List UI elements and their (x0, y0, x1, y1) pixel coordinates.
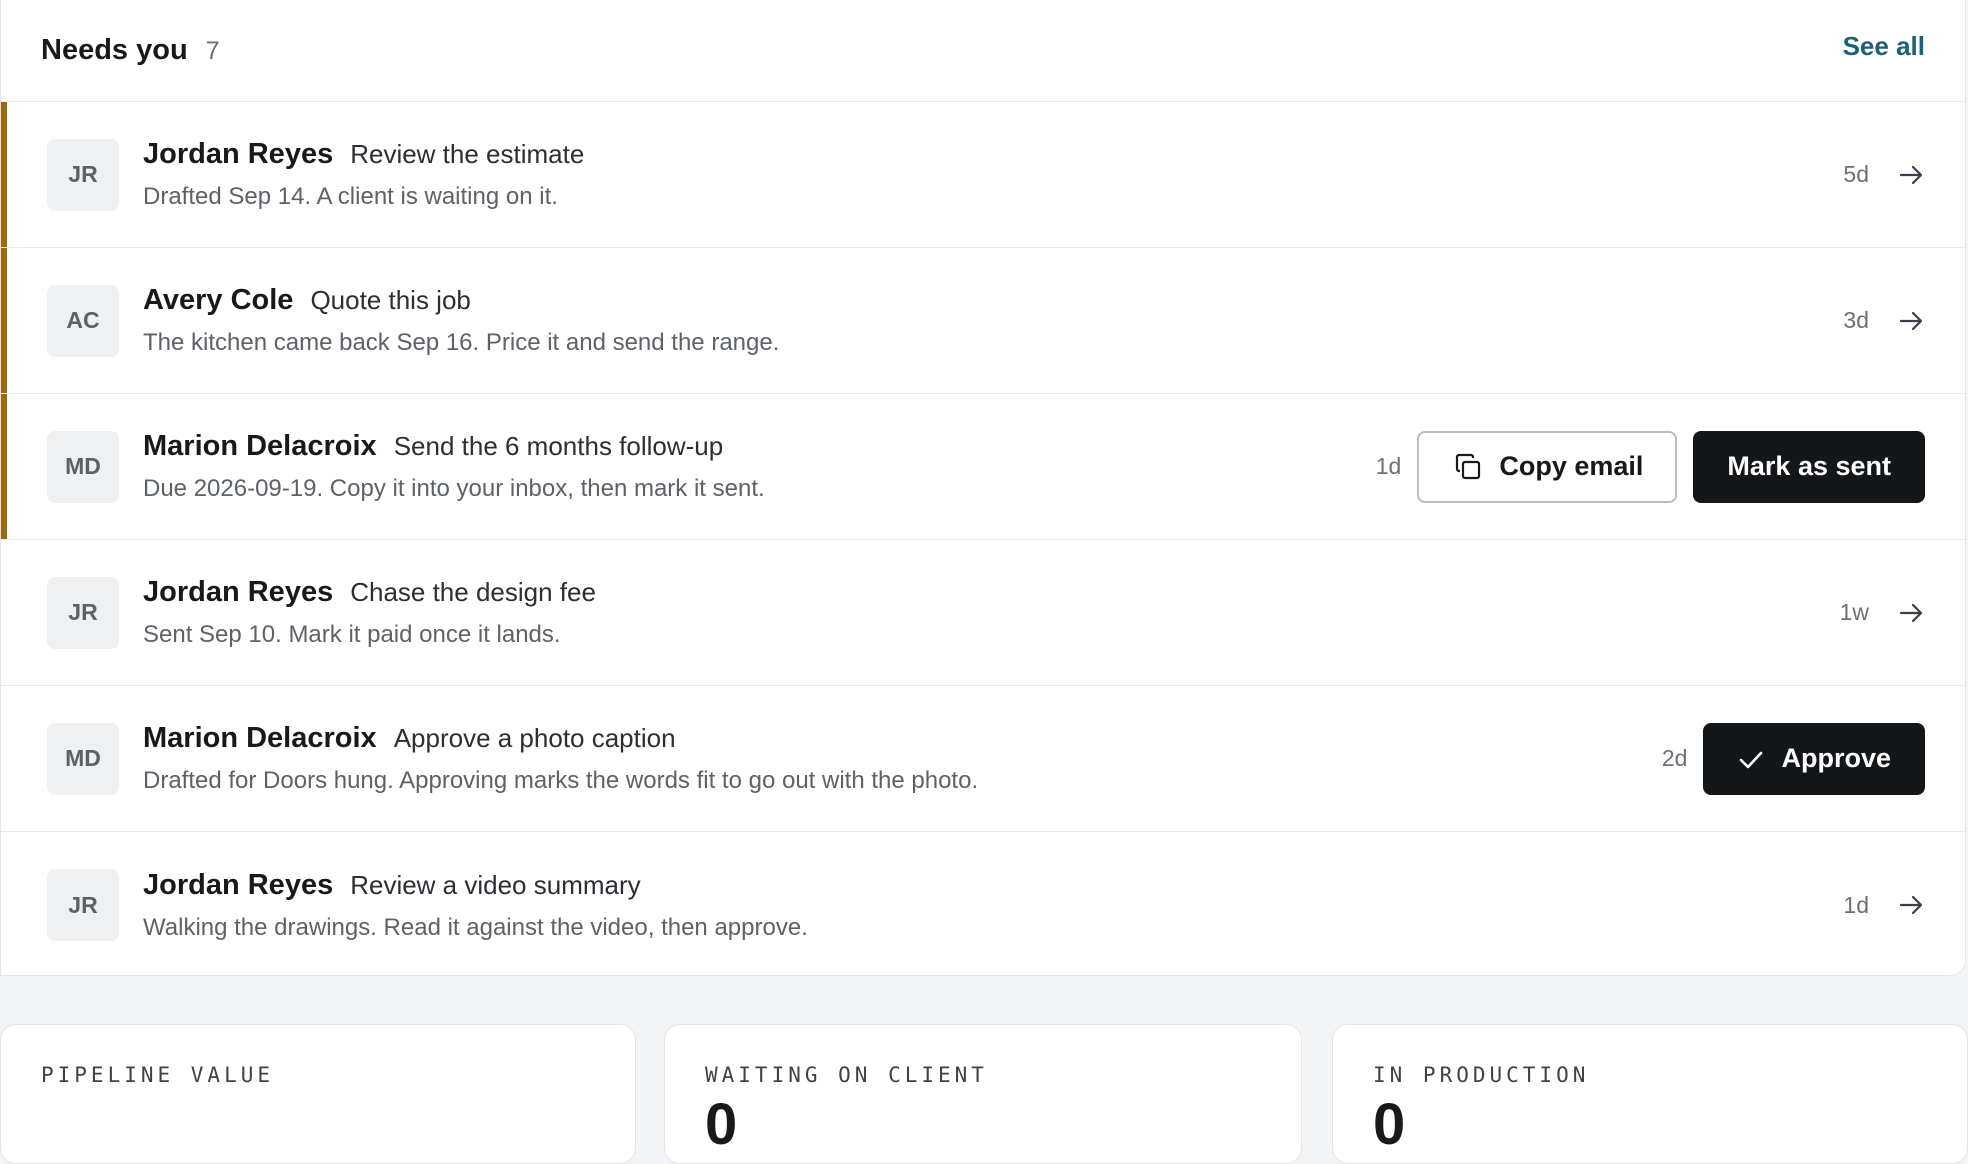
task-title: Chase the design fee (350, 577, 596, 607)
task-age: 2d (1661, 745, 1688, 771)
avatar: MD (47, 430, 119, 503)
copy-icon (1453, 452, 1483, 482)
task-meta: 5d (1843, 161, 1925, 189)
item-count-badge: 7 (205, 37, 220, 65)
stat-value: 0 (1373, 1092, 1406, 1157)
task-meta: 1d Copy email Mark as sent (1375, 430, 1925, 503)
task-age: 1d (1375, 453, 1402, 479)
task-title: Review the estimate (350, 139, 585, 169)
task-detail: The kitchen came back Sep 16. Price it a… (143, 329, 780, 356)
arrow-right-icon[interactable] (1897, 161, 1925, 189)
task-detail: Due 2026-09-19. Copy it into your inbox,… (143, 475, 765, 502)
task-content: Jordan Reyes Chase the design fee Sent S… (143, 576, 1840, 649)
avatar: JR (47, 138, 119, 211)
task-title-line: Avery Cole Quote this job (143, 284, 1843, 317)
task-row[interactable]: MD Marion Delacroix Approve a photo capt… (1, 686, 1965, 832)
panel-header: Needs you 7 See all (1, 0, 1965, 102)
task-title: Review a video summary (350, 869, 641, 900)
approve-label: Approve (1781, 743, 1891, 773)
task-content: Jordan Reyes Review the estimate Drafted… (143, 138, 1843, 211)
task-row[interactable]: JR Jordan Reyes Chase the design fee Sen… (1, 540, 1965, 686)
stats-row: PIPELINE VALUE WAITING ON CLIENT 0 IN PR… (0, 1024, 1968, 1164)
header-title-group: Needs you 7 (41, 34, 220, 67)
avatar: AC (47, 284, 119, 357)
task-age: 5d (1843, 161, 1869, 187)
mark-as-sent-button[interactable]: Mark as sent (1693, 430, 1925, 503)
task-content: Jordan Reyes Review a video summary Walk… (143, 869, 1843, 942)
avatar: JR (47, 869, 119, 941)
task-meta: 1d (1843, 891, 1925, 919)
task-meta: 1w (1840, 599, 1925, 627)
task-title-line: Jordan Reyes Review a video summary (143, 869, 1843, 902)
task-title-line: Jordan Reyes Review the estimate (143, 138, 1843, 171)
panel-title: Needs you (41, 34, 188, 66)
copy-email-label: Copy email (1499, 451, 1644, 481)
task-content: Marion Delacroix Approve a photo caption… (143, 722, 1662, 795)
task-title: Quote this job (310, 285, 471, 315)
task-age: 1d (1843, 891, 1869, 918)
stat-label: WAITING ON CLIENT (705, 1063, 988, 1087)
client-name: Jordan Reyes (143, 868, 334, 901)
task-title: Send the 6 months follow-up (393, 431, 724, 461)
client-name: Jordan Reyes (143, 576, 334, 608)
see-all-link[interactable]: See all (1843, 31, 1925, 62)
task-age: 1w (1839, 599, 1869, 625)
stat-label: IN PRODUCTION (1373, 1063, 1590, 1087)
arrow-right-icon[interactable] (1897, 307, 1925, 335)
task-detail: Drafted Sep 14. A client is waiting on i… (143, 183, 558, 210)
task-title-line: Jordan Reyes Chase the design fee (143, 576, 1840, 609)
stat-card-waiting-on-client: WAITING ON CLIENT 0 (664, 1024, 1302, 1164)
task-meta: 2d Approve (1661, 722, 1925, 795)
arrow-right-icon[interactable] (1897, 599, 1925, 627)
task-detail: Drafted for Doors hung. Approving marks … (143, 767, 979, 794)
check-icon (1737, 745, 1765, 773)
task-title-line: Marion Delacroix Send the 6 months follo… (143, 430, 1376, 463)
task-title: Approve a photo caption (393, 723, 676, 753)
copy-email-button[interactable]: Copy email (1417, 430, 1678, 503)
approve-button[interactable]: Approve (1703, 722, 1925, 795)
task-row[interactable]: MD Marion Delacroix Send the 6 months fo… (1, 394, 1965, 540)
task-age: 3d (1843, 307, 1869, 333)
task-detail: Walking the drawings. Read it against th… (143, 913, 808, 941)
task-row[interactable]: JR Jordan Reyes Review a video summary W… (1, 832, 1965, 975)
priority-flag (1, 102, 7, 247)
avatar: JR (47, 576, 119, 649)
arrow-right-icon[interactable] (1897, 891, 1925, 919)
stat-label: PIPELINE VALUE (41, 1063, 275, 1087)
client-name: Avery Cole (143, 284, 294, 316)
task-content: Avery Cole Quote this job The kitchen ca… (143, 284, 1843, 357)
stat-card-in-production: IN PRODUCTION 0 (1332, 1024, 1968, 1164)
avatar: MD (47, 722, 119, 795)
needs-you-panel: Needs you 7 See all JR Jordan Reyes Revi… (0, 0, 1966, 976)
priority-flag (1, 394, 7, 539)
client-name: Marion Delacroix (143, 430, 377, 462)
priority-flag (1, 248, 7, 393)
task-title-line: Marion Delacroix Approve a photo caption (143, 722, 1662, 755)
task-content: Marion Delacroix Send the 6 months follo… (143, 430, 1376, 503)
stat-value: 0 (705, 1092, 738, 1157)
task-detail: Sent Sep 10. Mark it paid once it lands. (143, 621, 561, 648)
client-name: Jordan Reyes (143, 138, 334, 170)
client-name: Marion Delacroix (143, 722, 377, 754)
task-row[interactable]: AC Avery Cole Quote this job The kitchen… (1, 248, 1965, 394)
task-row[interactable]: JR Jordan Reyes Review the estimate Draf… (1, 102, 1965, 248)
task-meta: 3d (1843, 307, 1925, 335)
stat-card-pipeline-value: PIPELINE VALUE (0, 1024, 636, 1164)
